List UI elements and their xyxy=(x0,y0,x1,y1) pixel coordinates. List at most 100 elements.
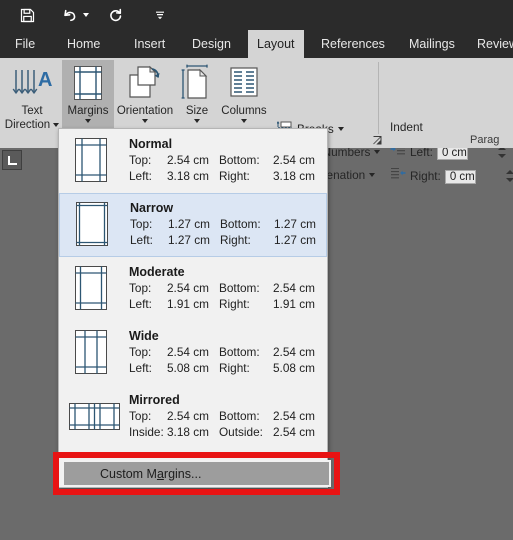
right-label: Right: xyxy=(220,233,251,247)
right-label: Right: xyxy=(219,361,250,375)
left-value: 1.27 cm xyxy=(168,233,210,247)
columns-icon xyxy=(227,62,261,104)
left-label: Left: xyxy=(129,169,152,183)
tab-home[interactable]: Home xyxy=(58,30,109,58)
left-label: Left: xyxy=(129,361,152,375)
menu-item-wide[interactable]: Wide Top: 2.54 cm Bottom: 2.54 cm Left: … xyxy=(59,321,327,385)
orientation-label: Orientation xyxy=(116,105,174,117)
bottom-label: Bottom: xyxy=(220,217,261,232)
text-direction-chevron-down-icon[interactable] xyxy=(53,123,60,128)
tab-review[interactable]: Review xyxy=(468,30,513,58)
custom-margins-label: Custom Margins... xyxy=(100,467,201,481)
indent-group-label: Indent xyxy=(390,120,423,134)
orientation-button[interactable]: Orientation xyxy=(114,60,176,138)
tab-references[interactable]: References xyxy=(312,30,394,58)
indent-right-row: Right: 0 cm xyxy=(390,166,513,186)
top-value: 2.54 cm xyxy=(167,345,209,360)
left-label: Left: xyxy=(129,297,152,311)
left-value: 5.08 cm xyxy=(167,361,209,375)
margins-button[interactable]: Margins xyxy=(62,60,114,138)
margins-dropdown-menu: Normal Top: 2.54 cm Bottom: 2.54 cm Left… xyxy=(58,128,328,488)
bottom-value: 1.27 cm xyxy=(274,217,316,232)
customize-qat-icon[interactable] xyxy=(152,5,168,25)
spin-down-icon[interactable] xyxy=(497,154,506,159)
indent-right-stepper[interactable]: 0 cm xyxy=(444,167,513,186)
orientation-chevron-down-icon[interactable] xyxy=(142,118,148,123)
line-numbers-chevron-down-icon[interactable] xyxy=(374,150,381,154)
right-value: 2.54 cm xyxy=(273,425,315,439)
custom-margins-accelerator: a xyxy=(156,466,164,481)
bottom-value: 2.54 cm xyxy=(273,281,315,296)
top-label: Top: xyxy=(130,217,153,232)
menu-item-title: Moderate xyxy=(129,265,185,280)
right-value: 5.08 cm xyxy=(273,361,315,375)
top-value: 2.54 cm xyxy=(167,153,209,168)
custom-margins-label-before: Custom M xyxy=(100,466,157,481)
hyphenation-chevron-down-icon[interactable] xyxy=(369,173,376,177)
indent-right-icon xyxy=(390,167,406,185)
spin-up-icon[interactable] xyxy=(505,169,513,174)
indent-right-value[interactable]: 0 cm xyxy=(444,169,476,184)
menu-item-moderate[interactable]: Moderate Top: 2.54 cm Bottom: 2.54 cm Le… xyxy=(59,257,327,321)
svg-text:A: A xyxy=(38,69,52,91)
tab-insert[interactable]: Insert xyxy=(125,30,174,58)
margins-icon xyxy=(72,62,104,104)
tab-mailings[interactable]: Mailings xyxy=(400,30,464,58)
menu-item-narrow[interactable]: Narrow Top: 1.27 cm Bottom: 1.27 cm Left… xyxy=(59,193,327,257)
right-label: Right: xyxy=(219,297,250,311)
columns-button[interactable]: Columns xyxy=(216,60,272,138)
left-tab-stop-icon xyxy=(7,155,17,165)
tab-stop-selector[interactable] xyxy=(2,150,22,170)
orientation-icon xyxy=(126,62,164,104)
save-icon[interactable] xyxy=(16,5,38,25)
page-setup-dialog-launcher-icon[interactable] xyxy=(372,135,383,146)
size-button[interactable]: Size xyxy=(176,60,218,138)
undo-icon[interactable] xyxy=(59,5,81,25)
right-value: 1.27 cm xyxy=(274,233,316,247)
indent-right-label: Right: xyxy=(410,169,441,183)
text-direction-label-line1: Text xyxy=(21,105,43,117)
left-label: Inside: xyxy=(129,425,164,439)
tab-file[interactable]: File xyxy=(6,30,44,58)
ribbon-group-divider xyxy=(378,62,379,138)
mirrored-margins-preview-icon xyxy=(67,391,120,443)
top-value: 1.27 cm xyxy=(168,217,210,232)
custom-margins-label-after: rgins... xyxy=(163,466,202,481)
undo-dropdown-chevron-down-icon[interactable] xyxy=(80,5,92,25)
tab-design[interactable]: Design xyxy=(183,30,240,58)
menu-item-title: Narrow xyxy=(130,201,174,216)
margins-chevron-down-icon[interactable] xyxy=(85,118,91,123)
top-label: Top: xyxy=(129,281,152,296)
left-value: 3.18 cm xyxy=(167,169,209,183)
custom-margins-button[interactable]: Custom Margins... xyxy=(62,460,331,487)
text-direction-button[interactable]: A Text Direction xyxy=(2,60,62,138)
top-label: Top: xyxy=(129,409,152,424)
top-value: 2.54 cm xyxy=(167,409,209,424)
narrow-margins-preview-icon xyxy=(68,199,118,251)
right-value: 1.91 cm xyxy=(273,297,315,311)
bottom-label: Bottom: xyxy=(219,153,260,168)
columns-chevron-down-icon[interactable] xyxy=(241,118,247,123)
menu-item-normal[interactable]: Normal Top: 2.54 cm Bottom: 2.54 cm Left… xyxy=(59,129,327,193)
columns-label: Columns xyxy=(221,105,267,117)
bottom-value: 2.54 cm xyxy=(273,345,315,360)
size-icon xyxy=(180,62,214,104)
breaks-chevron-down-icon[interactable] xyxy=(337,127,344,131)
tab-layout[interactable]: Layout xyxy=(248,30,304,58)
menu-item-mirrored[interactable]: Mirrored Top: 2.54 cm Bottom: 2.54 cm In… xyxy=(59,385,327,449)
top-label: Top: xyxy=(129,345,152,360)
right-value: 3.18 cm xyxy=(273,169,315,183)
size-label: Size xyxy=(185,105,209,117)
spin-down-icon[interactable] xyxy=(505,178,513,183)
size-chevron-down-icon[interactable] xyxy=(194,118,200,123)
ribbon-tab-strip: File Home Insert Design Layout Reference… xyxy=(0,30,513,58)
quick-access-toolbar xyxy=(0,0,513,30)
text-direction-label-line2: Direction xyxy=(4,118,51,131)
bottom-value: 2.54 cm xyxy=(273,409,315,424)
margins-label: Margins xyxy=(67,105,109,117)
top-label: Top: xyxy=(129,153,152,168)
wide-margins-preview-icon xyxy=(67,327,117,379)
left-label: Left: xyxy=(130,233,153,247)
indent-right-spin-buttons[interactable] xyxy=(505,168,513,185)
redo-icon[interactable] xyxy=(104,5,126,25)
